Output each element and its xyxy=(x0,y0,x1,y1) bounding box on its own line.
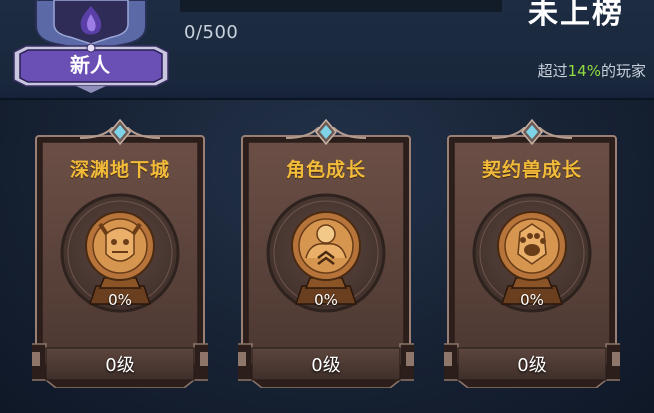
card-percent: 0% xyxy=(108,291,132,309)
progress-text: 0/500 xyxy=(184,22,239,43)
card-title: 角色成长 xyxy=(285,159,366,181)
progress-bar xyxy=(180,0,502,12)
card-level: 0级 xyxy=(311,355,341,376)
player-title-badge[interactable]: 新人 xyxy=(6,0,176,95)
badge-name: 新人 xyxy=(70,53,110,77)
card-level: 0级 xyxy=(517,355,547,376)
card-pet-growth[interactable]: 契约兽成长 0% 0级 xyxy=(444,118,620,388)
card-title: 深渊地下城 xyxy=(69,159,170,181)
rank-desc-suffix: 的玩家 xyxy=(600,62,646,80)
rank-title: 未上榜 xyxy=(528,0,624,31)
card-character-growth[interactable]: 角色成长 0% 0级 xyxy=(238,118,414,388)
rank-percent: 14% xyxy=(567,62,601,80)
card-percent: 0% xyxy=(314,291,338,309)
rank-description: 超过14%的玩家 xyxy=(538,60,646,81)
rank-desc-prefix: 超过 xyxy=(537,62,568,80)
card-title: 契约兽成长 xyxy=(481,159,582,181)
card-level: 0级 xyxy=(105,355,135,376)
card-dungeon[interactable]: 深渊地下城 0% 0级 xyxy=(32,118,208,388)
card-percent: 0% xyxy=(520,291,544,309)
